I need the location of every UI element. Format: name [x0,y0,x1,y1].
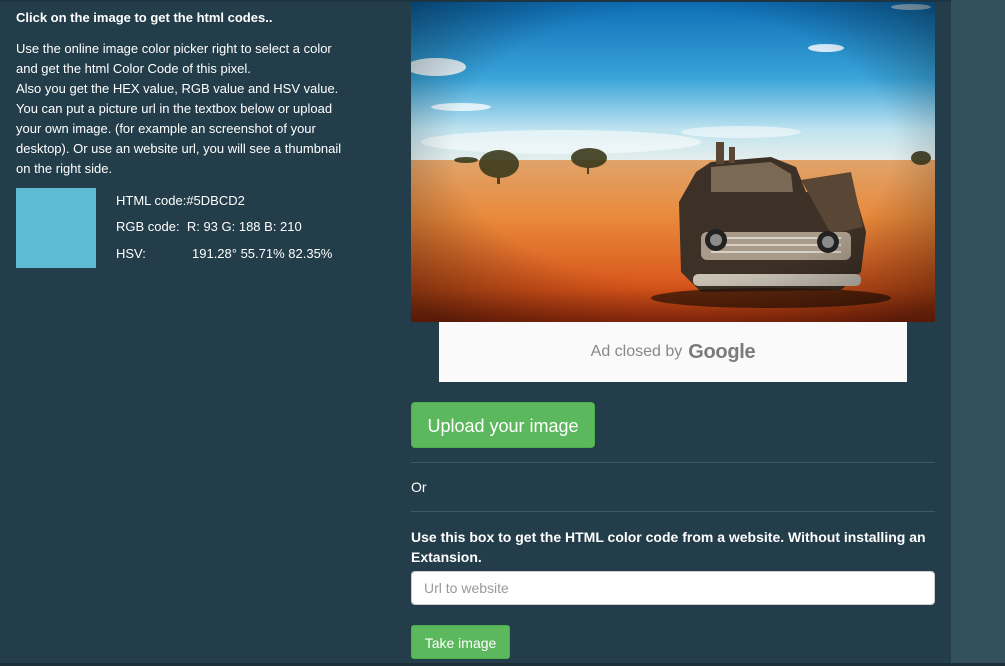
intro-text: Use the online image color picker right … [16,39,376,179]
desert-car-image[interactable] [411,2,935,322]
color-picker-image[interactable] [411,2,935,322]
intro-line: on the right side. [16,161,113,176]
rgb-code-row: RGB code: R: 93 G: 188 B: 210 [116,218,302,236]
rgb-code-label: RGB code: [116,219,180,234]
html-code-label: HTML code: [116,193,187,208]
intro-line: and get the html Color Code of this pixe… [16,61,251,76]
take-image-button[interactable]: Take image [411,625,510,659]
intro-line: desktop). Or use an website url, you wil… [16,141,342,156]
intro-line: your own image. (for example an screensh… [16,121,316,136]
hsv-code-row: HSV: 191.28° 55.71% 82.35% [116,245,332,263]
rgb-code-value: R: 93 G: 188 B: 210 [186,219,302,234]
divider [411,462,935,463]
hsv-code-label: HSV: [116,246,146,261]
upload-image-button[interactable]: Upload your image [411,402,595,448]
website-instructions: Use this box to get the HTML color code … [411,529,926,565]
color-swatch [16,188,96,268]
intro-line: You can put a picture url in the textbox… [16,101,333,116]
website-url-input[interactable] [411,571,935,605]
ad-closed-text: Ad closed by [590,343,683,360]
html-code-value: #5DBCD2 [186,193,245,208]
google-logo: Google [688,340,756,363]
html-code-row: HTML code:#5DBCD2 [116,192,245,210]
intro-title: Click on the image to get the html codes… [16,10,273,25]
intro-line: Use the online image color picker right … [16,41,332,56]
hsv-code-value: 191.28° 55.71% 82.35% [192,246,333,261]
ad-closed-notice: Ad closed by Google [439,322,907,382]
right-scroll-strip [951,0,1005,666]
divider [411,511,935,512]
intro-line: Also you get the HEX value, RGB value an… [16,81,339,96]
or-separator: Or [411,479,427,495]
